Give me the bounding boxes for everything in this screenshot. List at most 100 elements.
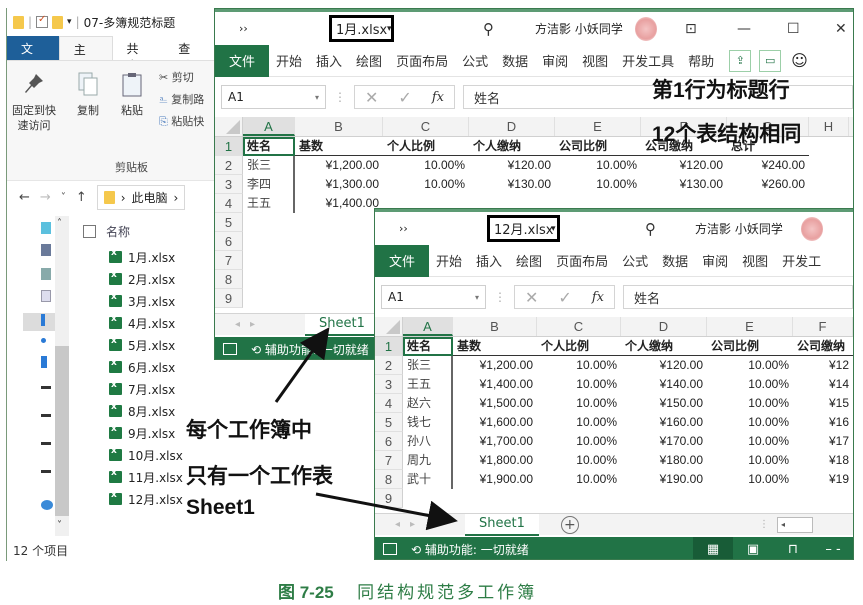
- cell[interactable]: 个人比例: [383, 137, 469, 156]
- row-header[interactable]: 9: [215, 289, 243, 308]
- ribbon-tab[interactable]: 插入: [469, 251, 509, 270]
- row-header[interactable]: 2: [375, 356, 403, 375]
- nav-drive-e-icon[interactable]: [41, 442, 51, 445]
- comments-icon[interactable]: ▭: [759, 49, 782, 72]
- cell[interactable]: 孙八: [403, 432, 453, 451]
- cell[interactable]: ¥150.00: [621, 394, 707, 413]
- feedback-smiley-icon[interactable]: ☺: [791, 51, 808, 70]
- cell[interactable]: 李四: [243, 175, 295, 194]
- cell[interactable]: 10.00%: [537, 375, 621, 394]
- cell[interactable]: [621, 489, 707, 508]
- sheet-tab-sheet1[interactable]: Sheet1: [465, 513, 539, 536]
- row-header[interactable]: 1: [215, 137, 243, 156]
- row-header[interactable]: 7: [215, 251, 243, 270]
- scroll-up-arrow-icon[interactable]: ˄: [57, 218, 62, 229]
- nav-pane-scrollbar[interactable]: ˄ ˅: [55, 216, 69, 536]
- file-list-item[interactable]: 8月.xlsx: [83, 400, 183, 422]
- cell[interactable]: 公司比例: [707, 337, 793, 356]
- insert-function-icon[interactable]: fx: [592, 290, 604, 305]
- page-break-view-icon[interactable]: ⊓: [773, 537, 813, 559]
- ribbon-tab[interactable]: 视图: [735, 251, 775, 270]
- file-list-item[interactable]: 1月.xlsx: [83, 246, 183, 268]
- cell[interactable]: ¥260.00: [727, 175, 809, 194]
- filename-dropdown-icon[interactable]: ▾: [387, 24, 392, 34]
- user-name[interactable]: 方洁影 小妖同学: [695, 220, 783, 237]
- cell[interactable]: 10.00%: [555, 175, 641, 194]
- cell[interactable]: [295, 289, 383, 308]
- cell[interactable]: ¥1,900.00: [453, 470, 537, 489]
- cell[interactable]: 赵六: [403, 394, 453, 413]
- add-sheet-button[interactable]: +: [560, 515, 579, 534]
- cell[interactable]: 个人缴纳: [469, 137, 555, 156]
- cell[interactable]: [243, 289, 295, 308]
- file-list-item[interactable]: 3月.xlsx: [83, 290, 183, 312]
- nav-drive-f-icon[interactable]: [41, 470, 51, 473]
- ribbon-display-options-icon[interactable]: ⊡: [685, 21, 697, 37]
- column-header[interactable]: H: [809, 117, 849, 136]
- cell[interactable]: ¥17: [793, 432, 853, 451]
- nav-desktop-icon[interactable]: [41, 356, 47, 368]
- cell[interactable]: ¥15: [793, 394, 853, 413]
- cell[interactable]: [295, 270, 383, 289]
- cell[interactable]: ¥18: [793, 451, 853, 470]
- address-bar[interactable]: › 此电脑 ›: [96, 185, 186, 210]
- ribbon-tab[interactable]: 开始: [269, 51, 309, 70]
- tab-file[interactable]: 文件: [7, 36, 59, 73]
- column-header[interactable]: F: [793, 317, 853, 336]
- user-name[interactable]: 方洁影 小妖同学: [535, 20, 623, 37]
- cell[interactable]: 基数: [453, 337, 537, 356]
- scroll-down-arrow-icon[interactable]: ˅: [57, 520, 62, 531]
- cell[interactable]: 张三: [403, 356, 453, 375]
- sheet-nav-arrows-icon[interactable]: ◂▸: [215, 319, 285, 330]
- cell[interactable]: 10.00%: [537, 470, 621, 489]
- cell[interactable]: ¥16: [793, 413, 853, 432]
- cell[interactable]: ¥12: [793, 356, 853, 375]
- cell[interactable]: ¥120.00: [469, 156, 555, 175]
- cell[interactable]: ¥160.00: [621, 413, 707, 432]
- cell[interactable]: 10.00%: [537, 432, 621, 451]
- copy-button[interactable]: 复制: [65, 71, 111, 118]
- ribbon-tab[interactable]: 插入: [309, 51, 349, 70]
- forward-button[interactable]: →: [40, 190, 51, 205]
- cell[interactable]: 武十: [403, 470, 453, 489]
- paste-button[interactable]: 粘贴: [109, 71, 155, 118]
- file-list-item[interactable]: 7月.xlsx: [83, 378, 183, 400]
- name-box-dropdown-icon[interactable]: ▾: [475, 293, 479, 302]
- file-list-item[interactable]: 4月.xlsx: [83, 312, 183, 334]
- cell[interactable]: 张三: [243, 156, 295, 175]
- select-all-corner[interactable]: [375, 317, 403, 336]
- cell[interactable]: 10.00%: [537, 413, 621, 432]
- sheet-nav-arrows-icon[interactable]: ◂▸: [375, 519, 445, 530]
- cell[interactable]: 10.00%: [707, 375, 793, 394]
- cell[interactable]: ¥1,500.00: [453, 394, 537, 413]
- cell[interactable]: 10.00%: [707, 451, 793, 470]
- cell[interactable]: 公司比例: [555, 137, 641, 156]
- column-header[interactable]: D: [469, 117, 555, 136]
- column-header[interactable]: D: [621, 317, 707, 336]
- qat-more-icon[interactable]: ››: [239, 22, 248, 35]
- file-list-item[interactable]: 11月.xlsx: [83, 466, 183, 488]
- cell[interactable]: ¥1,200.00: [295, 156, 383, 175]
- column-header[interactable]: C: [383, 117, 469, 136]
- qat-more-icon[interactable]: ››: [399, 222, 408, 235]
- cell[interactable]: ¥240.00: [727, 156, 809, 175]
- cell[interactable]: ¥19: [793, 470, 853, 489]
- avatar[interactable]: [635, 16, 657, 41]
- row-header[interactable]: 4: [375, 394, 403, 413]
- accessibility-status[interactable]: ⟲ 辅助功能: 一切就绪: [251, 341, 369, 358]
- macro-record-icon[interactable]: [223, 343, 237, 355]
- nav-pictures-icon[interactable]: [41, 268, 51, 280]
- nav-drive-d-icon[interactable]: [41, 414, 51, 417]
- ribbon-tab[interactable]: 公式: [615, 251, 655, 270]
- select-all-corner[interactable]: [215, 117, 243, 136]
- nav-network-icon[interactable]: [41, 500, 53, 510]
- ribbon-tab[interactable]: 数据: [655, 251, 695, 270]
- share-icon[interactable]: ⇪: [729, 49, 752, 72]
- cell[interactable]: ¥1,300.00: [295, 175, 383, 194]
- nav-downloads-icon[interactable]: [41, 314, 45, 326]
- ribbon-tab[interactable]: 帮助: [681, 51, 721, 70]
- cell[interactable]: [243, 232, 295, 251]
- ribbon-tab[interactable]: 绘图: [349, 51, 389, 70]
- formula-input[interactable]: 姓名: [622, 285, 853, 309]
- cell[interactable]: ¥120.00: [641, 156, 727, 175]
